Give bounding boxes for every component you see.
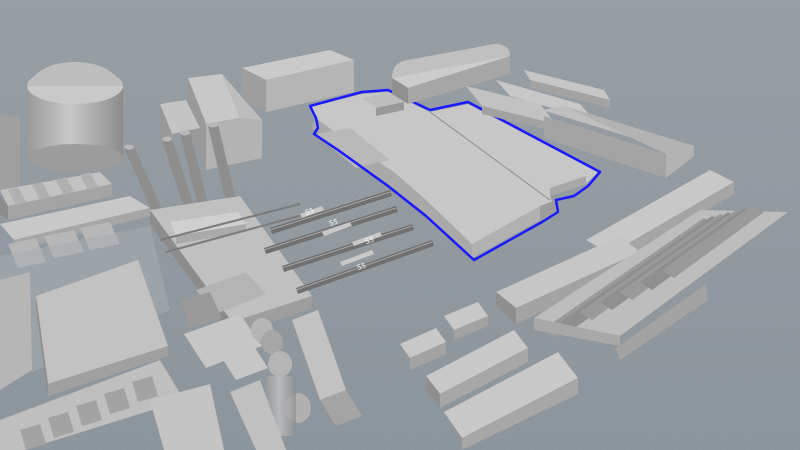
- 3d-viewport[interactable]: S5 S5 S5 S5: [0, 0, 800, 450]
- silo-tank-large[interactable]: [27, 62, 123, 172]
- factory-scene[interactable]: S5 S5 S5 S5: [0, 0, 800, 450]
- left-edge-block[interactable]: [0, 115, 20, 190]
